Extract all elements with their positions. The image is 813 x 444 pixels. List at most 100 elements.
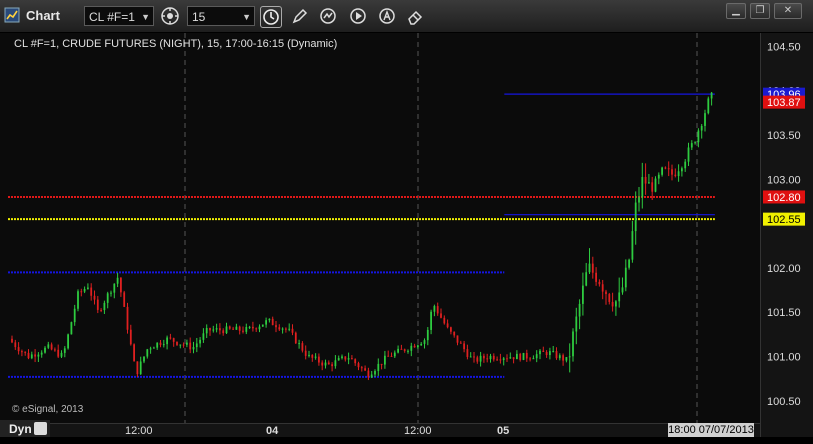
candle-body [681,168,683,172]
candle-body [595,272,597,282]
candle-body [499,359,502,361]
candle-body [301,343,304,351]
candle-body [644,176,647,184]
candle-body [631,231,634,260]
candle-body [446,323,449,328]
candle-body [456,335,459,343]
candle-body [50,344,53,350]
candle-body [47,344,50,348]
candle-body [344,356,347,360]
candle-body [384,355,386,365]
candle-body [63,348,66,353]
lock-icon[interactable] [34,422,47,435]
candle-body [294,332,297,344]
candle-body [133,344,135,362]
candle-body [327,362,330,365]
candle-body [486,358,489,360]
candle-body [545,351,548,356]
candle-body [166,337,168,345]
x-tick-label: 12:00 [404,425,432,437]
candle-body [106,293,109,303]
candle-body [248,326,251,328]
candle-body [228,326,231,329]
candle-body [100,309,102,311]
y-tick-label: 103.50 [767,130,801,142]
candle-body [159,342,162,345]
candle-body [136,361,139,375]
candle-body [192,347,195,350]
price-tag-label: 102.80 [767,192,801,204]
candle-body [314,356,317,358]
candle-body [582,285,584,304]
candle-body [186,342,188,345]
candle-body [697,130,700,143]
candle-body [502,358,505,361]
candle-body [318,356,320,363]
candle-body [585,272,588,286]
candle-body [357,363,360,368]
candle-body [700,125,703,131]
candle-body [390,355,393,357]
candle-body [654,178,657,192]
candle-body [509,357,512,359]
y-tick-label: 101.00 [767,352,801,364]
candle-body [271,318,274,326]
bottom-strip [0,437,813,444]
candle-body [11,338,13,343]
candle-body [176,341,178,345]
candle-body [126,306,129,330]
candle-body [463,343,465,350]
candle-body [139,361,142,375]
y-tick-label: 104.50 [767,41,801,53]
candle-body [479,355,482,362]
candle-body [77,291,79,309]
candle-body [657,174,660,179]
price-tag-label: 103.87 [767,97,801,109]
candle-body [641,176,644,198]
candle-body [202,333,205,340]
candle-body [367,370,370,378]
candle-body [572,331,574,357]
candle-body [281,328,284,330]
candle-body [129,329,132,345]
candle-body [552,351,555,353]
candle-body [324,362,327,366]
candle-body [57,349,60,357]
candle-body [24,351,27,353]
y-tick-label: 102.00 [767,263,801,275]
x-tick-label: 12:00 [125,425,153,437]
candle-body [651,182,654,192]
candle-body [634,202,637,232]
candle-body [364,368,366,371]
candle-body [483,355,485,359]
candle-body [413,345,416,348]
candle-body [311,354,314,358]
candle-body [489,355,492,360]
candle-body [539,350,541,355]
candle-body [288,328,291,330]
candle-body [417,345,419,348]
candle-body [245,327,248,332]
candle-body [285,328,287,330]
candle-body [123,292,126,307]
candle-body [436,306,439,314]
candle-body [575,316,578,332]
candle-body [304,350,307,356]
candle-body [37,354,40,357]
candle-body [321,362,324,366]
candle-body [562,355,564,361]
candle-body [143,356,145,362]
candle-body [710,92,713,99]
candle-body [611,301,614,307]
candle-body [67,334,69,349]
candle-body [591,263,594,273]
candle-body [601,284,604,292]
candle-body [334,360,337,367]
candle-body [529,358,531,360]
candle-body [255,328,258,330]
candle-body [265,320,267,325]
candle-body [618,292,621,302]
candle-body [433,306,436,312]
candle-body [466,349,469,357]
candle-body [677,171,680,177]
